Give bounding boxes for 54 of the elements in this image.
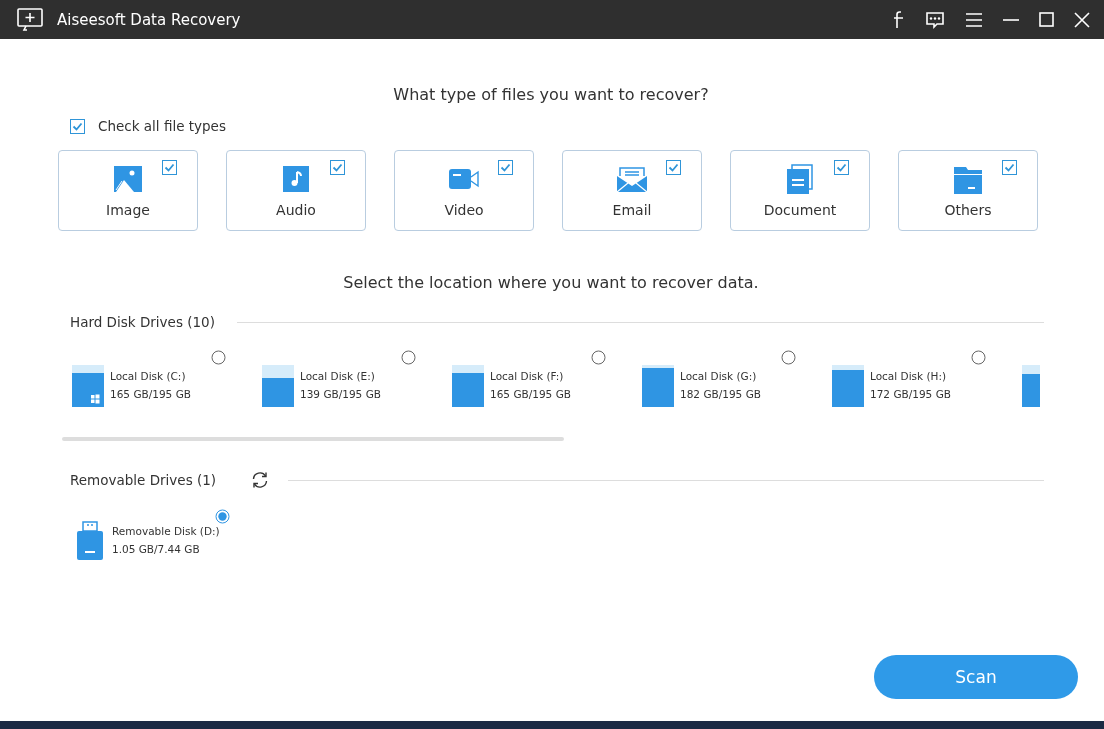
file-type-card[interactable]: Document	[730, 150, 870, 231]
file-type-label: Image	[106, 202, 150, 218]
close-icon[interactable]	[1074, 11, 1090, 28]
file-type-card[interactable]: Audio	[226, 150, 366, 231]
file-type-label: Video	[444, 202, 484, 218]
radio-button[interactable]	[401, 350, 416, 365]
checkbox[interactable]	[834, 160, 849, 175]
disk-name: Local Disk (H:)	[870, 370, 948, 382]
file-type-label: Others	[944, 202, 992, 218]
window-title: Aiseesoft Data Recovery	[57, 10, 241, 29]
file-type-card[interactable]: Video	[394, 150, 534, 231]
disk-size: 165 GB/195 GB	[490, 388, 571, 400]
group-label: Removable Drives (1)	[70, 472, 217, 488]
disk-name: Local Disk (F:)	[490, 370, 565, 382]
file-type-card[interactable]: Others	[898, 150, 1038, 231]
folder-icon	[952, 164, 984, 196]
file-type-card[interactable]: Image	[58, 150, 198, 231]
checkbox[interactable]	[162, 160, 177, 175]
section-heading: Select the location where you want to recover data.	[342, 273, 760, 292]
disk-name: Local Disk (E:)	[300, 370, 376, 382]
radio-button[interactable]	[211, 350, 226, 365]
radio-button[interactable]	[591, 350, 606, 365]
disk-name: Local Disk (G:)	[680, 370, 758, 382]
disk-size: 139 GB/195 GB	[300, 388, 381, 400]
radio-button[interactable]	[971, 350, 986, 365]
usb-drive-icon	[76, 521, 104, 561]
checkbox[interactable]	[666, 160, 681, 175]
file-type-label: Document	[763, 202, 837, 218]
facebook-icon[interactable]	[893, 10, 905, 29]
minimize-icon[interactable]	[1003, 17, 1019, 22]
documents-icon	[784, 164, 816, 196]
checkbox-label: Check all file types	[98, 118, 226, 134]
disk-name: Removable Disk (D:)	[112, 525, 220, 537]
file-type-card[interactable]: Email	[562, 150, 702, 231]
app-logo-icon	[17, 7, 43, 32]
checkbox[interactable]	[498, 160, 513, 175]
section-heading: What type of files you want to recover?	[392, 85, 710, 104]
maximize-icon[interactable]	[1039, 12, 1054, 27]
checkbox[interactable]	[1002, 160, 1017, 175]
horizontal-scrollbar[interactable]	[62, 437, 564, 441]
disk-size: 165 GB/195 GB	[110, 388, 191, 400]
checkbox[interactable]	[70, 118, 85, 134]
group-label: Hard Disk Drives (10)	[70, 314, 215, 330]
file-type-label: Audio	[276, 202, 316, 218]
menu-icon[interactable]	[965, 11, 983, 28]
file-type-label: Email	[612, 202, 652, 218]
chat-icon[interactable]	[925, 10, 945, 29]
radio-button[interactable]	[781, 350, 796, 365]
disk-name: Local Disk (C:)	[110, 370, 187, 382]
radio-button[interactable]	[215, 509, 230, 524]
disk-size: 182 GB/195 GB	[680, 388, 761, 400]
disk-size: 172 GB/195 GB	[870, 388, 951, 400]
checkbox[interactable]	[330, 160, 345, 175]
disk-size: 1.05 GB/7.44 GB	[112, 543, 201, 555]
